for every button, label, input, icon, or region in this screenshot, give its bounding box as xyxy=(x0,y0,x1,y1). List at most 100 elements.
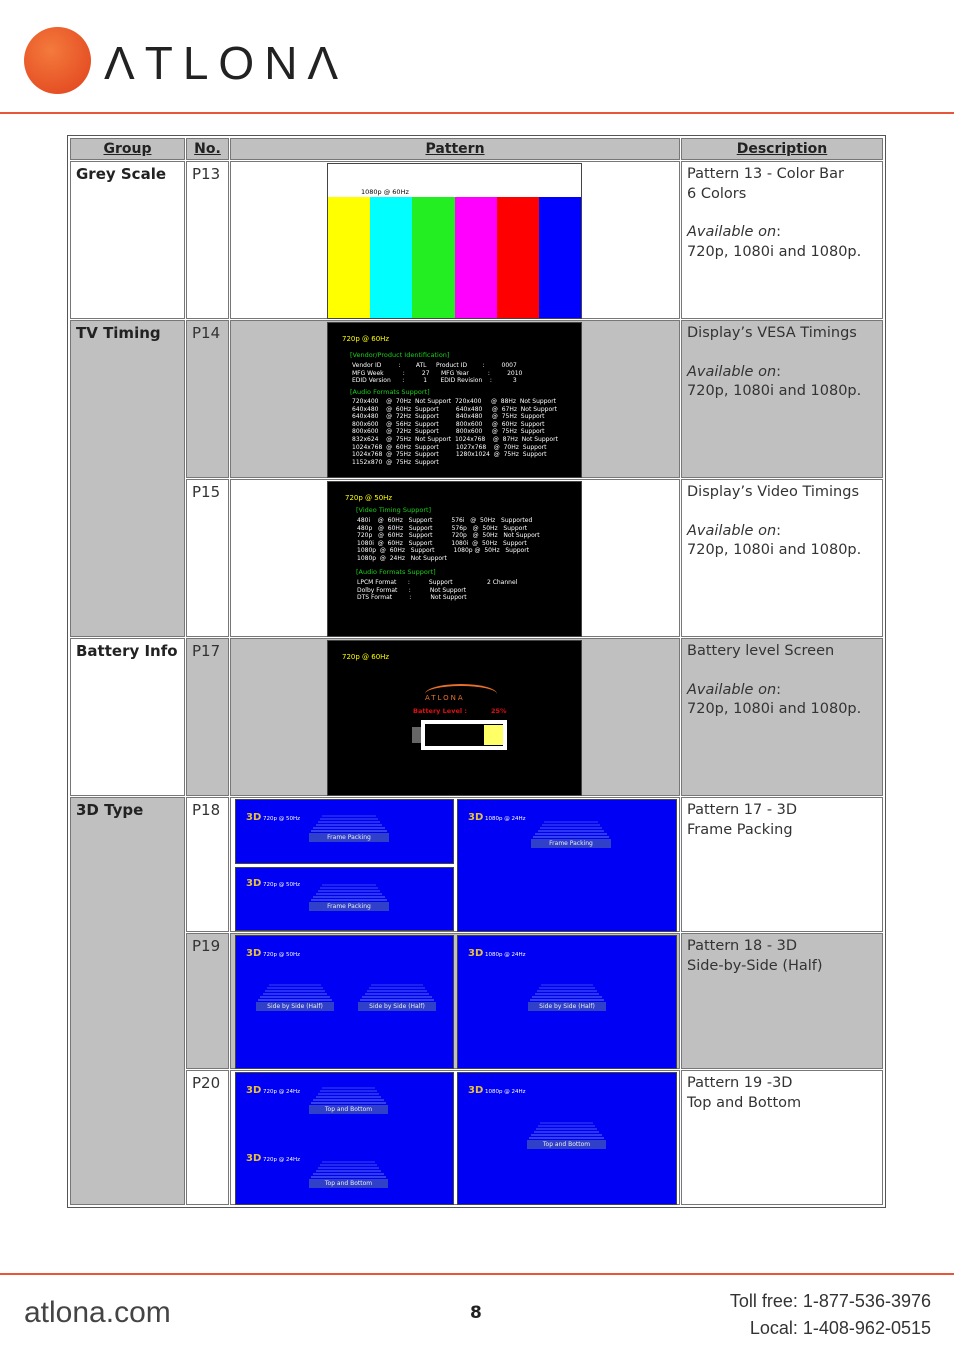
3d-format-label: Side by Side (Half) xyxy=(528,1002,606,1011)
description-line: Display’s Video Timings xyxy=(687,484,859,500)
stack-stripe xyxy=(362,996,432,998)
stack-stripe xyxy=(369,987,425,989)
timing-list: 720x400 @ 70Hz Not Support 720x400 @ 88H… xyxy=(352,398,558,466)
top-and-bottom-left: 3D 720p @ 24Hz Top and Bottom 3D 720p @ 24Hz… xyxy=(235,1072,454,1205)
resolution-label: 1080p @ 24Hz xyxy=(485,1089,526,1095)
stack-stripe xyxy=(533,836,609,838)
description-line: Pattern 13 - Color Bar xyxy=(687,166,844,182)
pattern-cell-p13: 1080p @ 60Hz xyxy=(230,161,680,319)
group-tv-timing: TV Timing xyxy=(70,320,185,637)
available-on-label: Available on: xyxy=(687,522,782,539)
atlona-logo-icon xyxy=(24,27,91,94)
stack-stripe xyxy=(542,824,600,826)
3d-stack-graphic: Side by Side (Half) xyxy=(256,984,334,1011)
resolutions: 720p, 1080i and 1080p. xyxy=(687,701,862,717)
stack-stripe xyxy=(531,1134,602,1136)
frame-packing-left-bottom: 3D 720p @ 50Hz Frame Packing xyxy=(235,867,454,931)
pattern-number: P19 xyxy=(186,933,229,1069)
stack-stripe xyxy=(533,1131,600,1133)
stack-stripe xyxy=(269,984,321,986)
color-bar xyxy=(538,197,581,318)
footer-divider xyxy=(0,1273,954,1275)
stack-stripe xyxy=(322,1161,375,1163)
resolution-label: 720p @ 50Hz xyxy=(345,494,393,502)
section-title: [Audio Formats Support] xyxy=(350,388,430,396)
stack-stripe xyxy=(315,1096,382,1098)
pattern-cell-p17: 720p @ 60Hz ATLONA Battery Level : 25% xyxy=(230,638,680,796)
resolution-label: 720p @ 50Hz xyxy=(263,882,301,888)
description-cell: Pattern 17 - 3D Frame Packing xyxy=(681,797,883,932)
stack-stripe xyxy=(320,1164,377,1166)
3d-format-label: Side by Side (Half) xyxy=(256,1002,334,1011)
available-on-text: Available on xyxy=(687,522,777,539)
section-title: [Video Timing Support] xyxy=(356,506,432,514)
pattern-cell-p20: 3D 720p @ 24Hz Top and Bottom 3D 720p @ 24Hz… xyxy=(230,1070,680,1205)
stack-stripe xyxy=(311,1176,386,1178)
header-divider xyxy=(0,112,954,114)
stack-stripe xyxy=(313,896,385,898)
3d-stack-graphic: Frame Packing xyxy=(309,884,389,911)
header-group: Group xyxy=(70,138,185,160)
stack-stripe xyxy=(539,987,595,989)
description-cell: Display’s Video Timings Available on: 720p… xyxy=(681,479,883,637)
description-cell: Display’s VESA Timings Available on: 720p,… xyxy=(681,320,883,478)
stack-stripe xyxy=(322,884,376,886)
stack-stripe xyxy=(311,830,387,832)
stack-stripe xyxy=(320,1090,377,1092)
pattern-cell-p15: 720p @ 50Hz [Video Timing Support] 480i @ … xyxy=(230,479,680,637)
stack-stripe xyxy=(540,1122,593,1124)
description-line: Side-by-Side (Half) xyxy=(687,957,823,974)
stack-stripe xyxy=(320,887,378,889)
color-bar xyxy=(454,197,497,318)
3d-stack-graphic: Side by Side (Half) xyxy=(528,984,606,1011)
local-number: Local: 1-408-962-0515 xyxy=(749,1318,931,1338)
stack-stripe xyxy=(315,1170,382,1172)
stack-stripe xyxy=(541,984,593,986)
description-line: Display’s VESA Timings xyxy=(687,325,857,341)
vesa-timings-image: 720p @ 60Hz [Vendor/Product Identificatio… xyxy=(327,322,582,478)
color-bar-image: 1080p @ 60Hz xyxy=(327,163,582,319)
battery-level-label: Battery Level : xyxy=(413,707,467,715)
3d-icon: 3D xyxy=(246,1085,262,1096)
side-by-side-left: 3D 720p @ 50Hz Side by Side (Half) Side by … xyxy=(235,935,454,1069)
audio-list: LPCM Format : Support 2 Channel Dolby Fo… xyxy=(357,579,518,602)
resolutions: 720p, 1080i and 1080p. xyxy=(687,542,862,558)
side-by-side-right: 3D 1080p @ 24Hz Side by Side (Half) xyxy=(457,935,677,1069)
resolutions: 720p, 1080i and 1080p. xyxy=(687,243,862,260)
available-on-label: Available on: xyxy=(687,224,782,240)
stack-stripe xyxy=(317,1093,380,1095)
3d-stack-graphic: Top and Bottom xyxy=(527,1122,606,1149)
group-battery-info: Battery Info xyxy=(70,638,185,796)
footer-website: atlona.com xyxy=(24,1296,171,1329)
footer-contact: Toll free: 1-877-536-3976 Local: 1-408-9… xyxy=(730,1288,931,1342)
resolution-label: 1080p @ 24Hz xyxy=(485,816,526,822)
stack-stripe xyxy=(535,1128,598,1130)
vendor-info: Vendor ID : ATL Product ID : 0007 MFG We… xyxy=(352,362,523,385)
stack-stripe xyxy=(371,984,423,986)
stack-stripe xyxy=(364,993,430,995)
stack-stripe xyxy=(317,821,381,823)
3d-icon: 3D xyxy=(246,1153,262,1164)
battery-screen-logo: ATLONA xyxy=(425,684,497,704)
toll-free-number: Toll free: 1-877-536-3976 xyxy=(729,1291,931,1311)
resolution-label: 720p @ 60Hz xyxy=(342,335,390,343)
stack-stripe xyxy=(313,1173,384,1175)
description-line: Pattern 18 - 3D xyxy=(687,938,798,954)
pattern-number: P14 xyxy=(186,320,229,478)
stack-stripe xyxy=(530,999,604,1001)
3d-format-label: Frame Packing xyxy=(309,902,389,911)
3d-stack-graphic: Top and Bottom xyxy=(309,1087,388,1114)
description-cell: Pattern 13 - Color Bar 6 Colors Available … xyxy=(681,161,883,319)
stack-stripe xyxy=(322,1087,375,1089)
stack-stripe xyxy=(315,893,383,895)
stack-stripe xyxy=(544,821,598,823)
color-bar xyxy=(328,197,371,318)
stack-stripe xyxy=(311,899,387,901)
battery-level-value: 25% xyxy=(491,707,507,715)
3d-icon: 3D xyxy=(468,812,484,823)
group-grey-scale: Grey Scale xyxy=(70,161,185,319)
pattern-number: P18 xyxy=(186,797,229,932)
video-timings-image: 720p @ 50Hz [Video Timing Support] 480i @ … xyxy=(327,481,582,637)
battery-icon xyxy=(421,720,507,750)
